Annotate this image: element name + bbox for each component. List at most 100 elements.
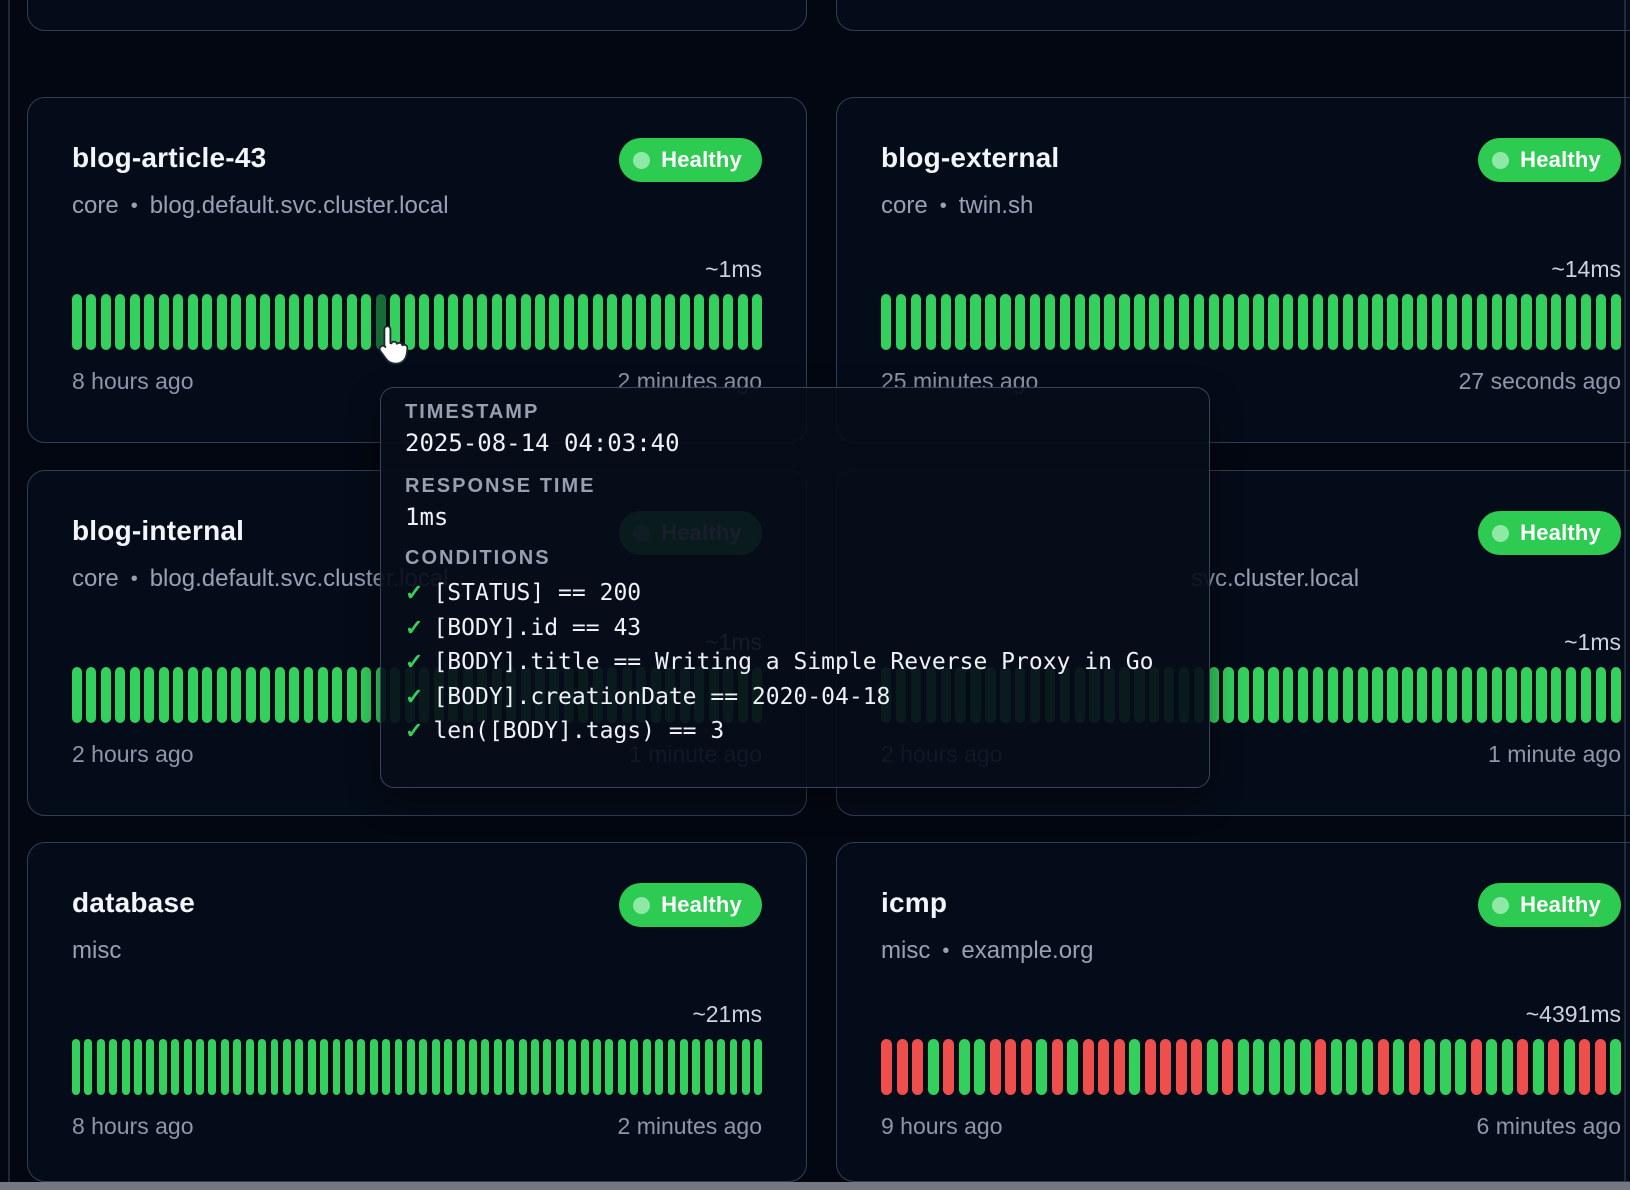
status-bar[interactable] bbox=[705, 1039, 713, 1095]
status-bar[interactable] bbox=[1362, 1039, 1373, 1095]
status-bar[interactable] bbox=[1119, 294, 1129, 350]
status-bar[interactable] bbox=[1432, 667, 1442, 723]
status-bar[interactable] bbox=[1253, 667, 1263, 723]
status-bar[interactable] bbox=[521, 294, 531, 350]
status-bar[interactable] bbox=[1036, 1039, 1047, 1095]
status-bar[interactable] bbox=[1089, 294, 1099, 350]
status-bar[interactable] bbox=[1300, 1039, 1311, 1095]
status-bar[interactable] bbox=[1409, 1039, 1420, 1095]
status-bar[interactable] bbox=[1328, 667, 1338, 723]
status-bar[interactable] bbox=[742, 1039, 750, 1095]
status-bar[interactable] bbox=[246, 294, 256, 350]
status-bar[interactable] bbox=[1134, 294, 1144, 350]
status-bar[interactable] bbox=[1000, 294, 1010, 350]
status-bar[interactable] bbox=[1432, 294, 1442, 350]
status-bar[interactable] bbox=[1253, 294, 1263, 350]
status-bar[interactable] bbox=[578, 294, 588, 350]
status-bar[interactable] bbox=[1358, 667, 1368, 723]
status-bar[interactable] bbox=[1564, 1039, 1575, 1095]
status-bar[interactable] bbox=[564, 294, 574, 350]
status-bar[interactable] bbox=[1417, 294, 1427, 350]
status-bar[interactable] bbox=[1455, 1039, 1466, 1095]
status-bar[interactable] bbox=[134, 1039, 142, 1095]
status-bar[interactable] bbox=[1149, 294, 1159, 350]
status-bar[interactable] bbox=[1471, 1039, 1482, 1095]
status-bar[interactable] bbox=[188, 667, 198, 723]
status-bar[interactable] bbox=[1176, 1039, 1187, 1095]
status-bar[interactable] bbox=[246, 1039, 254, 1095]
status-bar[interactable] bbox=[1284, 1039, 1295, 1095]
status-bar[interactable] bbox=[289, 667, 299, 723]
status-bar[interactable] bbox=[1492, 294, 1502, 350]
status-bar[interactable] bbox=[630, 1039, 638, 1095]
status-bar[interactable] bbox=[1283, 667, 1293, 723]
status-bar[interactable] bbox=[1521, 667, 1531, 723]
status-bar[interactable] bbox=[84, 1039, 92, 1095]
status-bar[interactable] bbox=[115, 294, 125, 350]
status-bar[interactable] bbox=[122, 1039, 130, 1095]
status-bar[interactable] bbox=[115, 667, 125, 723]
status-bar[interactable] bbox=[680, 294, 690, 350]
status-bar[interactable] bbox=[1378, 1039, 1389, 1095]
status-bar[interactable] bbox=[1596, 667, 1606, 723]
status-bar[interactable] bbox=[1343, 667, 1353, 723]
status-bar[interactable] bbox=[173, 667, 183, 723]
status-bar[interactable] bbox=[665, 294, 675, 350]
status-bar[interactable] bbox=[1145, 1039, 1156, 1095]
status-bar[interactable] bbox=[171, 1039, 179, 1095]
status-bar[interactable] bbox=[1477, 294, 1487, 350]
status-bar[interactable] bbox=[531, 1039, 539, 1095]
status-bar[interactable] bbox=[1424, 1039, 1435, 1095]
status-bar[interactable] bbox=[1268, 294, 1278, 350]
status-bar[interactable] bbox=[1191, 1039, 1202, 1095]
status-bar[interactable] bbox=[333, 1039, 341, 1095]
status-bar[interactable] bbox=[101, 294, 111, 350]
status-bar[interactable] bbox=[1387, 294, 1397, 350]
status-bar[interactable] bbox=[318, 294, 328, 350]
status-bar[interactable] bbox=[1015, 294, 1025, 350]
status-bar[interactable] bbox=[709, 294, 719, 350]
status-bar[interactable] bbox=[506, 294, 516, 350]
status-bar[interactable] bbox=[144, 294, 154, 350]
status-bar[interactable] bbox=[86, 294, 96, 350]
status-bar[interactable] bbox=[1052, 1039, 1063, 1095]
status-bar[interactable] bbox=[1298, 667, 1308, 723]
status-bar[interactable] bbox=[1164, 294, 1174, 350]
status-bar[interactable] bbox=[492, 294, 502, 350]
status-bar[interactable] bbox=[1207, 1039, 1218, 1095]
status-bar[interactable] bbox=[289, 294, 299, 350]
status-bar[interactable] bbox=[1581, 667, 1591, 723]
status-bar[interactable] bbox=[260, 294, 270, 350]
status-bar[interactable] bbox=[370, 1039, 378, 1095]
status-bar[interactable] bbox=[1030, 294, 1040, 350]
status-bar[interactable] bbox=[1447, 294, 1457, 350]
status-bar[interactable] bbox=[1328, 294, 1338, 350]
status-bar[interactable] bbox=[1462, 667, 1472, 723]
status-bar[interactable] bbox=[477, 294, 487, 350]
status-bar[interactable] bbox=[1486, 1039, 1497, 1095]
status-bar[interactable] bbox=[618, 1039, 626, 1095]
status-bar[interactable] bbox=[549, 294, 559, 350]
status-bar[interactable] bbox=[97, 1039, 105, 1095]
status-bar[interactable] bbox=[1238, 294, 1248, 350]
status-bar[interactable] bbox=[304, 667, 314, 723]
status-bar[interactable] bbox=[1045, 294, 1055, 350]
status-bar[interactable] bbox=[271, 1039, 279, 1095]
status-bar[interactable] bbox=[1477, 667, 1487, 723]
status-bar[interactable] bbox=[173, 294, 183, 350]
status-bar[interactable] bbox=[184, 1039, 192, 1095]
status-bar[interactable] bbox=[1517, 1039, 1528, 1095]
status-bar[interactable] bbox=[332, 294, 342, 350]
status-bar[interactable] bbox=[1194, 294, 1204, 350]
status-bar[interactable] bbox=[692, 1039, 700, 1095]
status-bar[interactable] bbox=[730, 1039, 738, 1095]
status-bar[interactable] bbox=[159, 1039, 167, 1095]
status-bar[interactable] bbox=[357, 1039, 365, 1095]
status-bar[interactable] bbox=[196, 1039, 204, 1095]
status-bar[interactable] bbox=[231, 667, 241, 723]
status-bar[interactable] bbox=[318, 667, 328, 723]
status-bar[interactable] bbox=[943, 1039, 954, 1095]
status-bar[interactable] bbox=[1536, 667, 1546, 723]
status-bar[interactable] bbox=[72, 1039, 80, 1095]
status-bar[interactable] bbox=[246, 667, 256, 723]
